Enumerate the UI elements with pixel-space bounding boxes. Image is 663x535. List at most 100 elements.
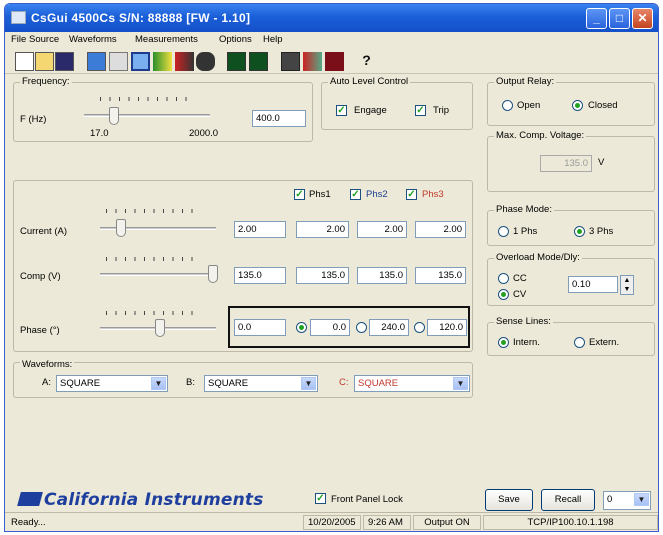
alc-label: Auto Level Control bbox=[328, 76, 411, 87]
maximize-button[interactable]: □ bbox=[609, 8, 630, 29]
chevron-down-icon[interactable]: ▼ bbox=[301, 377, 316, 390]
phase-phs2-input[interactable]: 240.0 bbox=[369, 319, 409, 336]
one-phs-label: 1 Phs bbox=[513, 226, 538, 237]
bar-icon[interactable] bbox=[153, 52, 172, 71]
comp-phs3-input[interactable]: 135.0 bbox=[415, 267, 466, 284]
red-chart-icon[interactable] bbox=[325, 52, 344, 71]
max-comp-input: 135.0 bbox=[540, 155, 592, 172]
trip-checkbox[interactable]: ✓ bbox=[415, 105, 426, 116]
phase-slider-thumb[interactable] bbox=[155, 319, 165, 337]
f-hz-label: F (Hz) bbox=[20, 114, 47, 125]
overload-spinner[interactable]: ▲ ▼ bbox=[620, 275, 634, 295]
frequency-label: Frequency: bbox=[20, 76, 72, 87]
current-phs3-input[interactable]: 2.00 bbox=[415, 221, 466, 238]
menu-bar: File Source Waveforms Measurements Optio… bbox=[5, 32, 658, 48]
current-ticks bbox=[106, 209, 198, 213]
binoculars-icon[interactable] bbox=[196, 52, 215, 71]
frequency-slider-thumb[interactable] bbox=[109, 107, 119, 125]
bars-chart-icon[interactable] bbox=[303, 52, 322, 71]
phase-phs2-radio[interactable] bbox=[356, 322, 367, 333]
menu-help[interactable]: Help bbox=[263, 34, 283, 45]
front-panel-lock-checkbox[interactable]: ✓ bbox=[315, 493, 326, 504]
engage-label: Engage bbox=[354, 105, 387, 116]
cv-radio[interactable] bbox=[498, 289, 509, 300]
waveform-green2-icon[interactable] bbox=[249, 52, 268, 71]
waveform-a-select[interactable]: SQUARE ▼ bbox=[56, 375, 168, 392]
comp-slider-track[interactable] bbox=[100, 273, 216, 276]
current-phs1-input[interactable]: 2.00 bbox=[296, 221, 349, 238]
open-folder-icon[interactable] bbox=[35, 52, 54, 71]
select-icon[interactable] bbox=[131, 52, 150, 71]
cv-label: CV bbox=[513, 289, 527, 300]
save-disk-icon[interactable] bbox=[55, 52, 74, 71]
waveform-c-value: SQUARE bbox=[358, 378, 399, 389]
comp-input[interactable]: 135.0 bbox=[234, 267, 286, 284]
phs1-label: Phs1 bbox=[309, 189, 331, 200]
waveform-c-label: C: bbox=[339, 377, 349, 388]
three-phs-radio[interactable] bbox=[574, 226, 585, 237]
phs2-checkbox[interactable]: ✓ bbox=[350, 189, 361, 200]
frequency-slider-track[interactable] bbox=[84, 114, 210, 117]
menu-source[interactable]: Source bbox=[29, 34, 59, 45]
waveform-b-value: SQUARE bbox=[208, 378, 249, 389]
trip-label: Trip bbox=[433, 105, 450, 116]
overload-delay-input[interactable]: 0.10 bbox=[568, 276, 618, 293]
waveform-c-select[interactable]: SQUARE ▼ bbox=[354, 375, 470, 392]
current-phs2-input[interactable]: 2.00 bbox=[357, 221, 407, 238]
help-icon[interactable]: ? bbox=[357, 52, 376, 71]
phase-phs3-input[interactable]: 120.0 bbox=[427, 319, 467, 336]
toolbar: ? bbox=[5, 48, 658, 74]
chevron-down-icon[interactable]: ▼ bbox=[634, 493, 649, 506]
phs1-checkbox[interactable]: ✓ bbox=[294, 189, 305, 200]
relay-closed-radio[interactable] bbox=[572, 100, 583, 111]
frequency-input[interactable]: 400.0 bbox=[252, 110, 306, 127]
close-button[interactable]: ✕ bbox=[632, 8, 653, 29]
menu-options[interactable]: Options bbox=[219, 34, 252, 45]
extern-radio[interactable] bbox=[574, 337, 585, 348]
phase-input[interactable]: 0.0 bbox=[234, 319, 286, 336]
engage-checkbox[interactable]: ✓ bbox=[336, 105, 347, 116]
recall-button[interactable]: Recall bbox=[541, 489, 595, 511]
wave-icon[interactable] bbox=[175, 52, 194, 71]
cc-radio[interactable] bbox=[498, 273, 509, 284]
menu-file[interactable]: File bbox=[11, 34, 26, 45]
window-icon[interactable] bbox=[87, 52, 106, 71]
relay-open-radio[interactable] bbox=[502, 100, 513, 111]
chevron-down-icon[interactable]: ▼ bbox=[151, 377, 166, 390]
phase-phs3-radio[interactable] bbox=[414, 322, 425, 333]
output-settings-group: ✓ Phs1 ✓ Phs2 ✓ Phs3 Current (A) 2.00 2.… bbox=[13, 180, 473, 352]
comp-phs1-input[interactable]: 135.0 bbox=[296, 267, 349, 284]
chevron-down-icon[interactable]: ▼ bbox=[453, 377, 468, 390]
recall-select[interactable]: 0 ▼ bbox=[603, 491, 651, 510]
save-button[interactable]: Save bbox=[485, 489, 533, 511]
status-time: 9:26 AM bbox=[363, 515, 411, 530]
minimize-button[interactable]: _ bbox=[586, 8, 607, 29]
california-instruments-logo: California Instruments bbox=[17, 490, 264, 510]
status-bar: Ready... 10/20/2005 9:26 AM Output ON TC… bbox=[5, 512, 658, 531]
three-phs-label: 3 Phs bbox=[589, 226, 614, 237]
current-slider-thumb[interactable] bbox=[116, 219, 126, 237]
intern-radio[interactable] bbox=[498, 337, 509, 348]
phs3-checkbox[interactable]: ✓ bbox=[406, 189, 417, 200]
output-relay-group: Output Relay: Open Closed bbox=[487, 76, 655, 126]
display-icon[interactable] bbox=[281, 52, 300, 71]
phase-phs1-radio[interactable] bbox=[296, 322, 307, 333]
max-comp-unit: V bbox=[598, 157, 605, 168]
phase-label: Phase (°) bbox=[20, 325, 60, 336]
waveform-b-select[interactable]: SQUARE ▼ bbox=[204, 375, 318, 392]
frequency-group: Frequency: F (Hz) 17.0 2000.0 400.0 bbox=[13, 76, 313, 142]
new-file-icon[interactable] bbox=[15, 52, 34, 71]
current-input[interactable]: 2.00 bbox=[234, 221, 286, 238]
waveform-a-value: SQUARE bbox=[60, 378, 101, 389]
frequency-ticks bbox=[100, 97, 195, 101]
comp-phs2-input[interactable]: 135.0 bbox=[357, 267, 407, 284]
list-icon[interactable] bbox=[109, 52, 128, 71]
one-phs-radio[interactable] bbox=[498, 226, 509, 237]
comp-slider-thumb[interactable] bbox=[208, 265, 218, 283]
menu-waveforms[interactable]: Waveforms bbox=[69, 34, 117, 45]
waveform-green-icon[interactable] bbox=[227, 52, 246, 71]
phase-phs1-input[interactable]: 0.0 bbox=[310, 319, 350, 336]
title-bar[interactable]: CsGui 4500Cs S/N: 88888 [FW - 1.10] _ □ … bbox=[5, 4, 658, 32]
sense-lines-group: Sense Lines: Intern. Extern. bbox=[487, 316, 655, 356]
menu-measurements[interactable]: Measurements bbox=[135, 34, 198, 45]
